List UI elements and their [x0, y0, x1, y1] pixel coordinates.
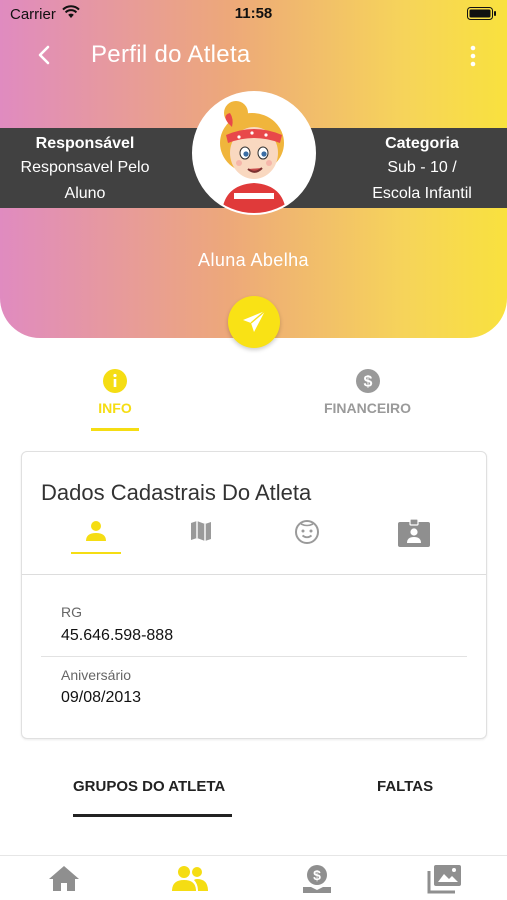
responsavel-label: Responsável: [35, 135, 135, 152]
tab-grupos-do-atleta[interactable]: GRUPOS DO ATLETA: [73, 778, 225, 795]
subtab-face[interactable]: [287, 518, 327, 548]
bottom-navigation: $: [0, 855, 507, 900]
map-icon: [191, 521, 211, 541]
responsavel-value-line2: Aluno: [64, 185, 106, 202]
send-message-button[interactable]: [228, 296, 280, 348]
svg-text:$: $: [363, 374, 372, 391]
face-icon: [295, 520, 319, 544]
birthday-value: 09/08/2013: [61, 689, 142, 706]
tab-active-indicator: [91, 428, 139, 431]
birthday-label: Aniversário: [61, 667, 132, 683]
categoria-value-line2: Escola Infantil: [372, 185, 472, 202]
dollar-icon: $: [355, 369, 380, 393]
categoria-value-line1: Sub - 10 /: [387, 159, 457, 176]
home-icon: [49, 866, 79, 891]
athlete-avatar[interactable]: [192, 91, 316, 215]
nav-athletes[interactable]: [170, 863, 210, 897]
categoria-block: Categoria Sub - 10 / Escola Infantil: [337, 128, 507, 207]
tab-financeiro[interactable]: $ FINANCEIRO: [305, 368, 430, 416]
badge-icon: [398, 518, 430, 547]
nav-gallery[interactable]: [424, 863, 464, 897]
section-active-indicator: [73, 814, 232, 817]
tab-info[interactable]: INFO: [80, 368, 150, 416]
back-icon[interactable]: [32, 40, 58, 70]
send-icon: [243, 310, 266, 332]
card-title: Dados Cadastrais Do Atleta: [41, 480, 312, 505]
status-time: 11:58: [234, 5, 273, 22]
status-bar: Carrier 11:58: [0, 0, 507, 28]
avatar-illustration: [194, 93, 314, 213]
battery-icon: [467, 7, 496, 20]
page-title: Perfil do Atleta: [91, 41, 251, 68]
rg-value: 45.646.598-888: [61, 627, 174, 644]
subtab-address[interactable]: [181, 518, 221, 548]
subtab-person[interactable]: [76, 518, 116, 548]
gallery-icon: [427, 865, 461, 894]
more-options-icon[interactable]: [465, 42, 481, 70]
nav-finance[interactable]: $: [297, 863, 337, 897]
tab-financeiro-label: FINANCEIRO: [323, 400, 412, 416]
subtab-document[interactable]: [394, 518, 434, 548]
tab-info-label: INFO: [98, 400, 132, 416]
card-divider: [22, 574, 486, 575]
rg-label: RG: [61, 604, 82, 620]
subtab-active-indicator: [71, 552, 121, 554]
tab-faltas[interactable]: FALTAS: [377, 778, 433, 795]
info-icon: [103, 369, 127, 393]
person-icon: [86, 521, 106, 541]
profile-header: Carrier 11:58 Perfil do Atleta Responsáv…: [0, 0, 507, 348]
categoria-label: Categoria: [385, 135, 459, 152]
athlete-name: Aluna Abelha: [198, 250, 309, 270]
money-icon: $: [303, 865, 331, 893]
athlete-data-card: Dados Cadastrais Do Atleta RG 45.646.598…: [21, 451, 487, 739]
svg-text:$: $: [313, 867, 321, 883]
responsavel-value-line1: Responsavel Pelo: [20, 159, 150, 176]
field-divider: [41, 656, 467, 657]
group-icon: [172, 866, 208, 891]
nav-home[interactable]: [44, 863, 84, 897]
responsavel-block: Responsável Responsavel Pelo Aluno: [0, 128, 170, 207]
